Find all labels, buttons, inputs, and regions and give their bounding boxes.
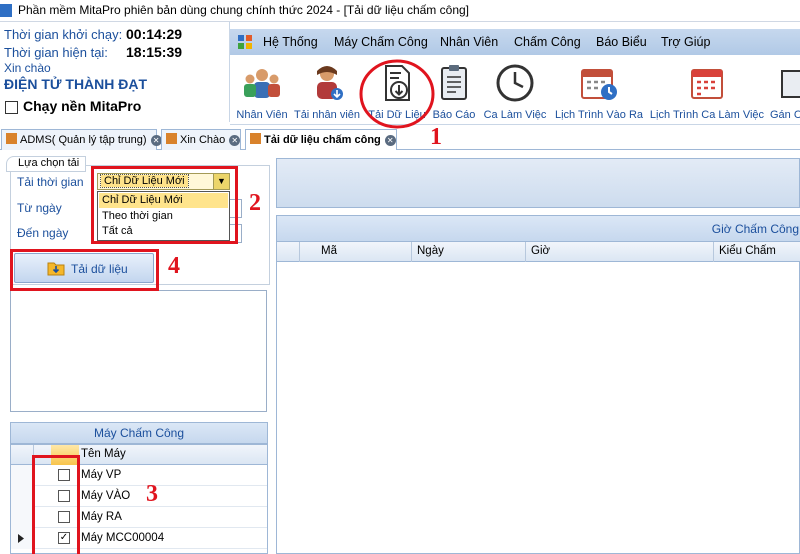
row-selector[interactable] — [11, 507, 33, 528]
calendar-icon — [691, 69, 723, 99]
to-date-label: Đến ngày — [17, 226, 69, 240]
machine-name: Máy MCC00004 — [81, 532, 165, 544]
current-time-label: Thời gian hiện tại: — [4, 45, 108, 60]
ribbon-download-employee-button[interactable]: Tải nhân viên — [292, 55, 362, 125]
tab-adms[interactable]: ADMS( Quản lý tập trung) ✕ — [1, 129, 162, 150]
download-employee-icon — [317, 66, 343, 100]
company-name: ĐIỆN TỬ THÀNH ĐẠT — [4, 76, 148, 92]
tab-window-icon — [166, 133, 177, 144]
tab-welcome-label: Xin Chào — [180, 134, 226, 146]
menu-help[interactable]: Trợ Giúp — [661, 35, 710, 49]
attendance-grid-header: Mã Ngày Giờ Kiểu Chấm — [277, 242, 800, 262]
attendance-grid-title: Giờ Chấm Công — [711, 222, 799, 236]
window-titlebar: Phần mềm MitaPro phiên bản dùng chung ch… — [0, 0, 800, 22]
tab-download-attendance[interactable]: Tải dữ liệu chấm công ✕ — [245, 129, 397, 150]
highlight-box-dropdown — [91, 166, 238, 244]
annotation-3: 3 — [146, 481, 158, 507]
highlight-box-checkboxes — [32, 455, 80, 554]
load-time-label: Tải thời gian — [17, 175, 84, 189]
app-icon — [0, 4, 12, 17]
menu-attendance[interactable]: Chấm Công — [514, 35, 581, 49]
document-tab-bar: ADMS( Quản lý tập trung) ✕ Xin Chào ✕ Tải … — [0, 128, 800, 150]
current-row-icon — [18, 534, 24, 543]
from-date-label: Từ ngày — [17, 201, 62, 215]
log-box[interactable] — [10, 290, 267, 412]
machine-name: Máy VP — [81, 469, 122, 481]
attendance-grid: Giờ Chấm Công Mã Ngày Giờ Kiểu Chấm — [276, 215, 800, 554]
close-icon[interactable]: ✕ — [384, 135, 396, 146]
ribbon-shift-button[interactable]: Ca Làm Việc — [480, 55, 550, 125]
ribbon-toolbar: Nhân Viên Tải nhân viên Tải Dữ Liệu Báo … — [230, 55, 800, 125]
annotation-4: 4 — [168, 253, 180, 279]
ribbon-shift-schedule-button[interactable]: Lịch Trình Ca Làm Việc — [648, 55, 766, 125]
window-title: Phần mềm MitaPro phiên bản dùng chung ch… — [18, 3, 469, 17]
clock-icon — [496, 64, 534, 102]
close-icon[interactable]: ✕ — [150, 135, 162, 146]
ribbon-report-label: Báo Cáo — [432, 109, 476, 121]
column-code[interactable]: Mã — [321, 245, 337, 257]
column-time[interactable]: Giờ — [531, 245, 550, 257]
tab-welcome[interactable]: Xin Chào ✕ — [161, 129, 241, 150]
load-options-title: Lựa chọn tải — [18, 157, 80, 169]
ribbon-inout-schedule-label: Lịch Trình Vào Ra — [554, 109, 644, 121]
tab-adms-label: ADMS( Quản lý tập trung) — [20, 134, 147, 146]
row-selector[interactable] — [11, 486, 33, 507]
machine-name-column-header[interactable]: Tên Máy — [81, 448, 126, 460]
machines-panel-header: Máy Chấm Công — [10, 422, 268, 444]
tab-window-icon — [6, 133, 17, 144]
ribbon-shift-schedule-label: Lịch Trình Ca Làm Việc — [649, 109, 765, 121]
start-time-value: 00:14:29 — [126, 26, 183, 42]
menu-bar: Hệ Thống Máy Chấm Công Nhân Viên Chấm Cô… — [230, 29, 800, 55]
ribbon-download-employee-label: Tải nhân viên — [293, 109, 361, 121]
schedule-icon — [581, 69, 617, 100]
menu-reports[interactable]: Báo Biểu — [596, 35, 647, 49]
info-panel: Thời gian khởi chạy: 00:14:29 Thời gian … — [0, 22, 230, 122]
row-selector[interactable] — [11, 528, 33, 549]
greeting: Xin chào — [4, 61, 51, 75]
tab-window-icon — [250, 133, 261, 144]
attendance-grid-title-bar: Giờ Chấm Công — [277, 216, 800, 242]
annotation-2: 2 — [249, 190, 261, 216]
filter-toolbar — [276, 158, 800, 208]
start-time-label: Thời gian khởi chạy: — [4, 27, 123, 42]
row-selector[interactable] — [11, 465, 33, 486]
machine-name: Máy RA — [81, 511, 122, 523]
close-icon[interactable]: ✕ — [229, 135, 241, 146]
background-run-checkbox[interactable] — [5, 101, 18, 114]
app-menu-icon[interactable] — [238, 35, 252, 49]
highlight-ellipse — [359, 59, 435, 129]
menu-employees[interactable]: Nhân Viên — [440, 35, 498, 49]
ribbon-inout-schedule-button[interactable]: Lịch Trình Vào Ra — [552, 55, 646, 125]
machine-name: Máy VÀO — [81, 490, 131, 502]
tab-download-attendance-label: Tải dữ liệu chấm công — [264, 134, 381, 146]
ribbon-employees-button[interactable]: Nhân Viên — [232, 55, 292, 125]
menu-attendance-machine[interactable]: Máy Chấm Công — [334, 35, 428, 49]
ribbon-employees-label: Nhân Viên — [236, 109, 288, 121]
highlight-box-fetch — [10, 249, 159, 291]
report-icon — [441, 65, 467, 100]
column-date[interactable]: Ngày — [417, 245, 444, 257]
ribbon-report-button[interactable]: Báo Cáo — [430, 55, 478, 125]
annotation-1: 1 — [430, 124, 442, 150]
assign-icon — [781, 70, 800, 98]
column-punch-type[interactable]: Kiểu Chấm — [719, 245, 776, 257]
ribbon-assign-button[interactable]: Gán C — [766, 55, 800, 125]
background-run-label: Chạy nền MitaPro — [23, 98, 142, 114]
ribbon-assign-label: Gán C — [770, 109, 800, 121]
menu-system[interactable]: Hệ Thống — [263, 35, 318, 49]
ribbon-shift-label: Ca Làm Việc — [483, 109, 547, 121]
current-time-value: 18:15:39 — [126, 44, 183, 60]
employees-icon — [244, 69, 280, 98]
